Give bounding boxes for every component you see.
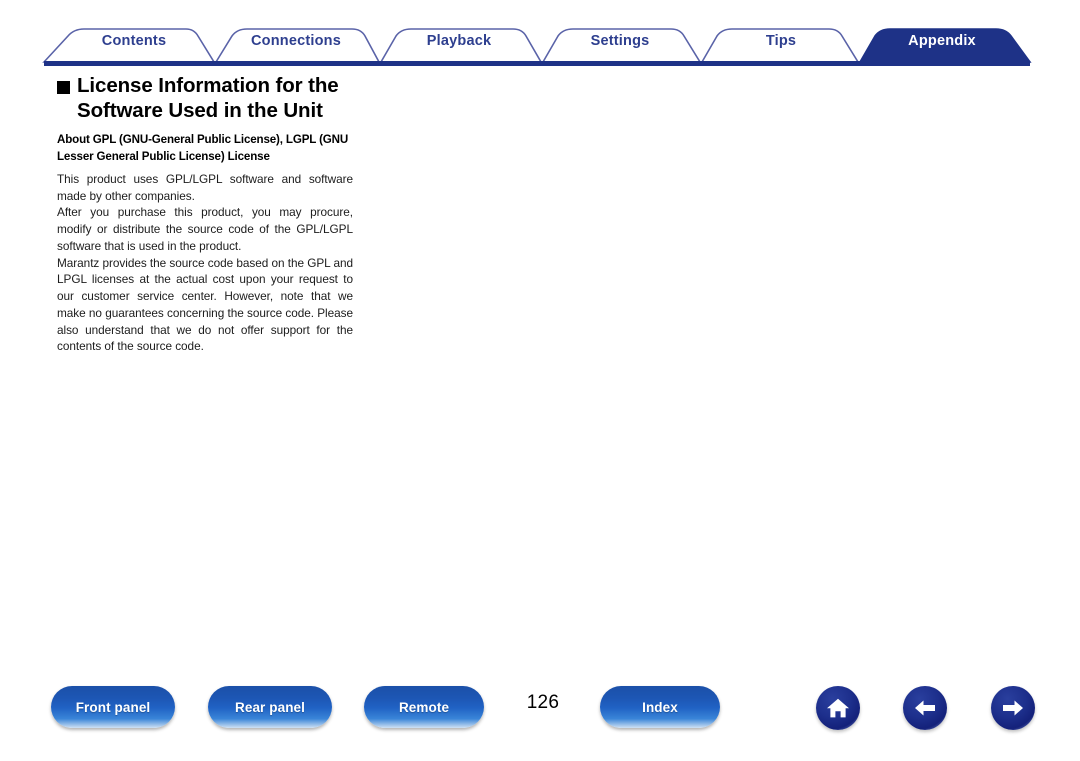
tab-bottom-rule [44,61,1030,66]
heading-row: License Information for the Software Use… [57,74,367,124]
tab-bar: Contents Connections Playback Settings T… [0,0,1080,70]
tab-appendix[interactable]: Appendix [908,33,976,49]
rear-panel-button[interactable]: Rear panel [208,686,332,728]
manual-page: Contents Connections Playback Settings T… [0,0,1080,761]
square-bullet-icon [57,81,70,94]
home-icon [827,698,849,718]
footer-navigation: Front panel Rear panel Remote 126 Index [0,686,1080,736]
body-paragraph: After you purchase this product, you may… [57,205,353,253]
page-number: 126 [526,692,560,713]
body-paragraph: Marantz provides the source code based o… [57,255,353,354]
index-button[interactable]: Index [600,686,720,728]
tab-connections[interactable]: Connections [251,33,341,49]
home-button[interactable] [816,686,860,730]
section-subheading: About GPL (GNU-General Public License), … [57,132,349,163]
remote-button[interactable]: Remote [364,686,484,728]
forward-button[interactable] [991,686,1035,730]
arrow-left-icon [915,700,935,716]
content-area: License Information for the Software Use… [57,74,367,355]
tab-contents[interactable]: Contents [102,33,166,49]
back-button[interactable] [903,686,947,730]
tab-tips[interactable]: Tips [766,33,796,49]
page-title: License Information for the Software Use… [77,74,339,122]
arrow-right-icon [1003,700,1023,716]
front-panel-button[interactable]: Front panel [51,686,175,728]
tab-playback[interactable]: Playback [427,33,491,49]
tab-settings[interactable]: Settings [591,33,650,49]
body-paragraph: This product uses GPL/LGPL software and … [57,171,353,203]
